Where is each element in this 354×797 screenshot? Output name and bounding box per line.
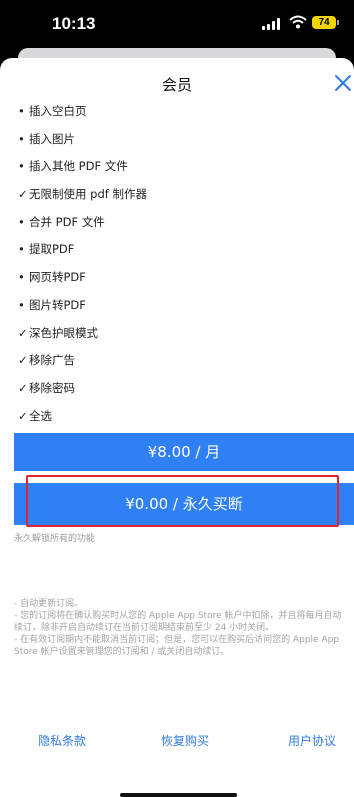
restore-purchase-link[interactable]: 恢复购买 bbox=[161, 732, 209, 749]
status-bar: 10:13 74 bbox=[0, 0, 354, 48]
highlight-box bbox=[26, 475, 339, 527]
feature-item: ✓全选 bbox=[18, 407, 147, 435]
bullet-icon: • bbox=[18, 214, 25, 229]
feature-item: ✓深色护眼模式 bbox=[18, 324, 147, 352]
bullet-icon: • bbox=[18, 270, 25, 285]
check-icon: ✓ bbox=[18, 380, 28, 395]
feature-item: ✓移除广告 bbox=[18, 351, 147, 379]
feature-label: 插入图片 bbox=[29, 131, 75, 146]
feature-item: • 插入图片 bbox=[18, 130, 147, 158]
feature-label: 移除广告 bbox=[29, 353, 75, 368]
bullet-icon: • bbox=[18, 159, 25, 174]
feature-item: • 合并 PDF 文件 bbox=[18, 213, 147, 241]
battery-icon: 74 bbox=[312, 16, 336, 29]
feature-label: 图片转PDF bbox=[29, 297, 86, 312]
feature-item: ✓无限制使用 pdf 制作器 bbox=[18, 185, 147, 213]
terms-line: - 您的订阅将在确认购买时从您的 Apple App Store 帐户中扣除，并… bbox=[14, 611, 342, 633]
feature-label: 全选 bbox=[29, 408, 52, 423]
bullet-icon: • bbox=[18, 297, 25, 312]
close-icon[interactable] bbox=[333, 73, 353, 93]
subscription-terms: - 自动更新订阅。 - 您的订阅将在确认购买时从您的 Apple App Sto… bbox=[14, 598, 344, 658]
feature-label: 提取PDF bbox=[29, 242, 75, 257]
terms-line: - 自动更新订阅。 bbox=[14, 599, 84, 609]
feature-label: 网页转PDF bbox=[29, 270, 86, 285]
feature-item: ✓移除密码 bbox=[18, 379, 147, 407]
privacy-policy-link[interactable]: 隐私条款 bbox=[38, 732, 86, 749]
lifetime-unlock-note: 永久解锁所有的功能 bbox=[14, 534, 96, 544]
page-title: 会员 bbox=[161, 76, 192, 94]
feature-item: • 网页转PDF bbox=[18, 268, 147, 296]
cellular-signal-icon bbox=[262, 18, 284, 30]
feature-label: 无限制使用 pdf 制作器 bbox=[29, 187, 147, 202]
bullet-icon: • bbox=[18, 242, 25, 257]
feature-item: • 提取PDF bbox=[18, 240, 147, 268]
monthly-plan-button[interactable]: ¥8.00 / 月 bbox=[14, 433, 354, 471]
feature-item: • 插入其他 PDF 文件 bbox=[18, 157, 147, 185]
feature-label: 插入其他 PDF 文件 bbox=[29, 159, 128, 174]
check-icon: ✓ bbox=[18, 187, 28, 202]
bullet-icon: • bbox=[18, 104, 25, 118]
bullet-icon: • bbox=[18, 131, 25, 146]
wifi-icon bbox=[289, 15, 307, 29]
feature-label: 深色护眼模式 bbox=[29, 325, 98, 340]
feature-label: 合并 PDF 文件 bbox=[29, 214, 105, 229]
battery-tip bbox=[337, 20, 339, 25]
feature-item: • 插入空白页 bbox=[18, 102, 147, 130]
feature-label: 移除密码 bbox=[29, 380, 75, 395]
feature-item: • 图片转PDF bbox=[18, 296, 147, 324]
terms-line: - 在有效订阅期内不能取消当前订阅；但是，您可以在购买后访问您的 Apple A… bbox=[14, 635, 340, 657]
user-agreement-link[interactable]: 用户协议 bbox=[288, 732, 336, 749]
check-icon: ✓ bbox=[18, 353, 28, 368]
home-indicator[interactable] bbox=[120, 793, 237, 797]
feature-list: • 插入空白页 • 插入图片 • 插入其他 PDF 文件 ✓无限制使用 pdf 制作器… bbox=[18, 102, 147, 434]
membership-sheet: 会员 • 插入空白页 • 插入图片 • 插入其他 PDF 文件 ✓无限制使用 pdf … bbox=[0, 58, 354, 797]
check-icon: ✓ bbox=[18, 408, 28, 423]
feature-label: 插入空白页 bbox=[29, 104, 87, 118]
check-icon: ✓ bbox=[18, 325, 28, 340]
status-time: 10:13 bbox=[52, 14, 96, 33]
